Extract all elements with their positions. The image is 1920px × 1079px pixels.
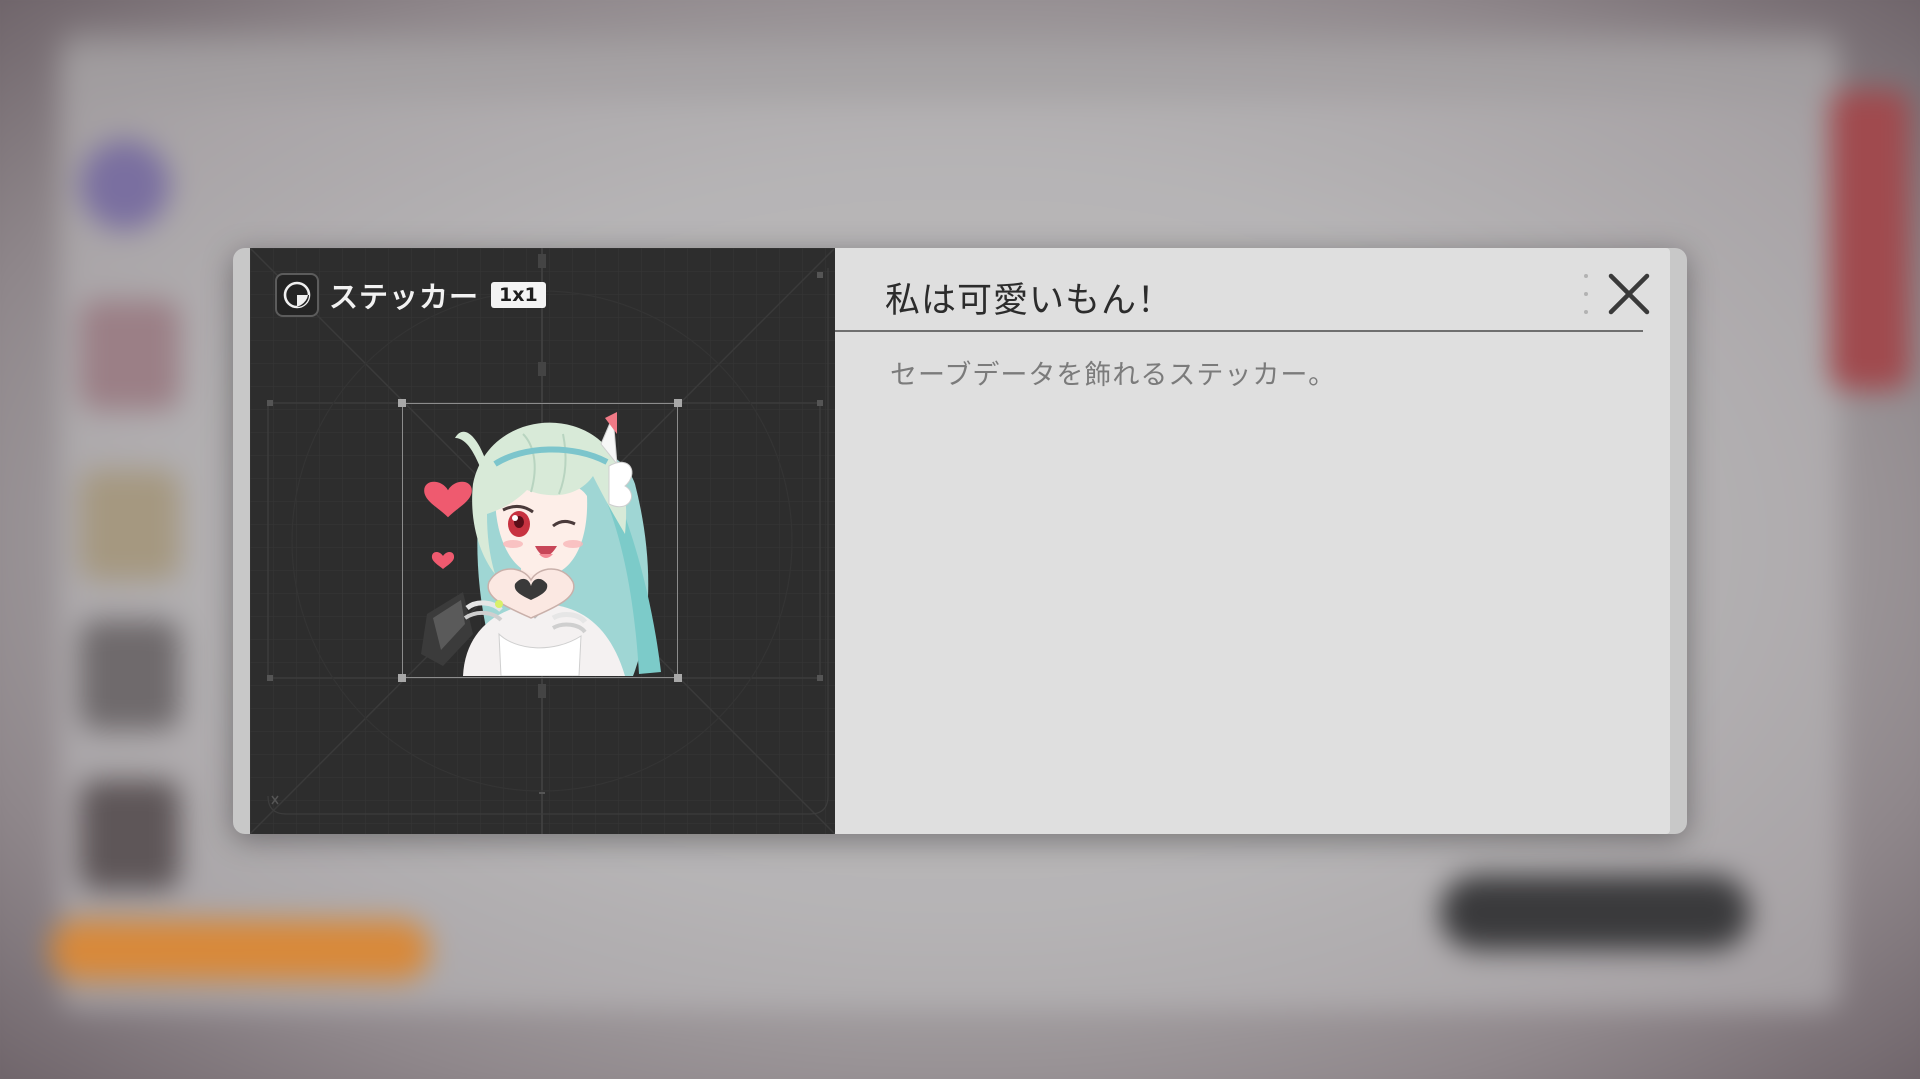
sticker-icon bbox=[275, 273, 319, 317]
sticker-frame bbox=[398, 399, 682, 682]
size-badge: 1x1 bbox=[491, 282, 546, 308]
close-button[interactable] bbox=[1605, 270, 1653, 318]
sticker-preview-pane: ステッカー 1x1 bbox=[250, 248, 835, 834]
item-detail-modal: ステッカー 1x1 私は可愛いもん！ セーブデータを飾れるステッカー。 bbox=[233, 248, 1687, 834]
item-type-label: ステッカー bbox=[329, 280, 480, 314]
bg-list-item bbox=[80, 300, 180, 410]
bg-top-bar bbox=[60, 30, 1840, 100]
sticker-image bbox=[421, 412, 661, 676]
item-title: 私は可愛いもん！ bbox=[885, 281, 1174, 321]
bg-side-accent bbox=[1830, 90, 1910, 390]
item-info-pane: 私は可愛いもん！ セーブデータを飾れるステッカー。 bbox=[835, 248, 1670, 834]
bg-dark-button bbox=[1440, 875, 1750, 950]
bg-list-item bbox=[80, 780, 180, 890]
title-divider bbox=[835, 330, 1643, 332]
bg-list-item bbox=[80, 470, 180, 580]
bg-avatar bbox=[80, 140, 170, 230]
bg-orange-button bbox=[50, 920, 430, 980]
bg-list-item bbox=[80, 620, 180, 730]
more-dots-icon bbox=[1583, 274, 1589, 314]
close-icon bbox=[1608, 273, 1650, 315]
item-type-header: ステッカー 1x1 bbox=[275, 272, 546, 318]
item-description: セーブデータを飾れるステッカー。 bbox=[890, 360, 1337, 391]
